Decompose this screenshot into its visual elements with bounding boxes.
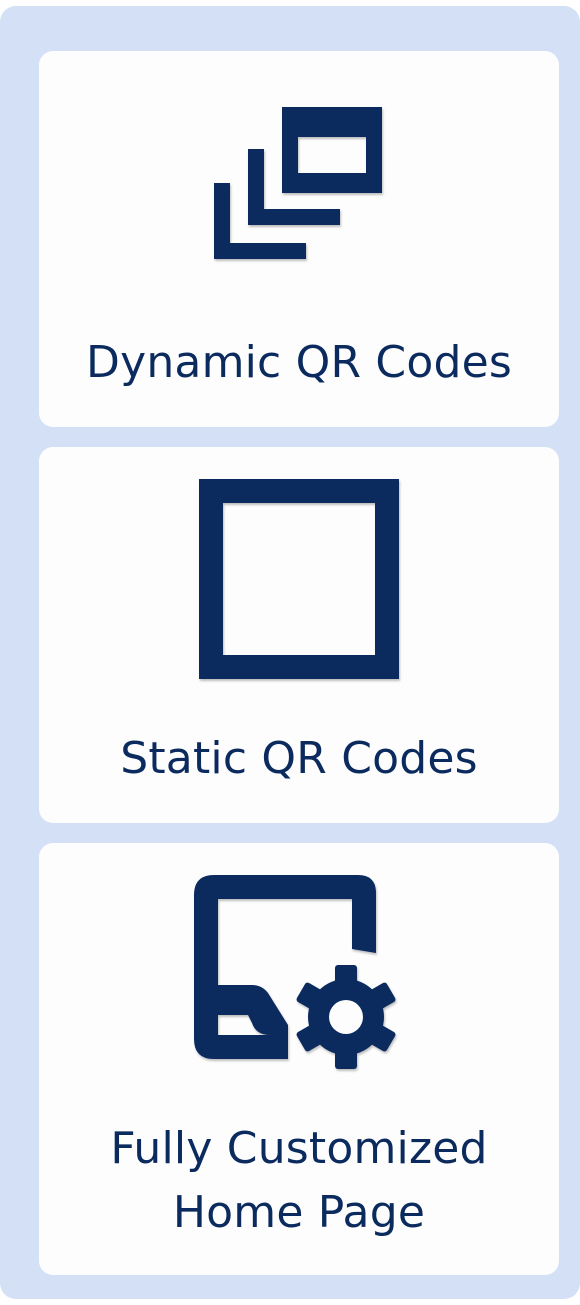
square-outline-icon (39, 479, 559, 679)
feature-card-home-page[interactable]: Fully Customized Home Page (39, 843, 559, 1275)
feature-label: Dynamic QR Codes (86, 337, 512, 388)
feature-card-static-qr[interactable]: Static QR Codes (39, 447, 559, 823)
features-panel: Dynamic QR Codes Static QR Codes Fully C… (0, 6, 580, 1299)
page-settings-icon (39, 875, 559, 1069)
stacked-windows-icon (39, 107, 559, 259)
feature-label: Fully Customized Home Page (110, 1123, 488, 1238)
feature-card-dynamic-qr[interactable]: Dynamic QR Codes (39, 51, 559, 427)
feature-label: Static QR Codes (120, 733, 478, 784)
